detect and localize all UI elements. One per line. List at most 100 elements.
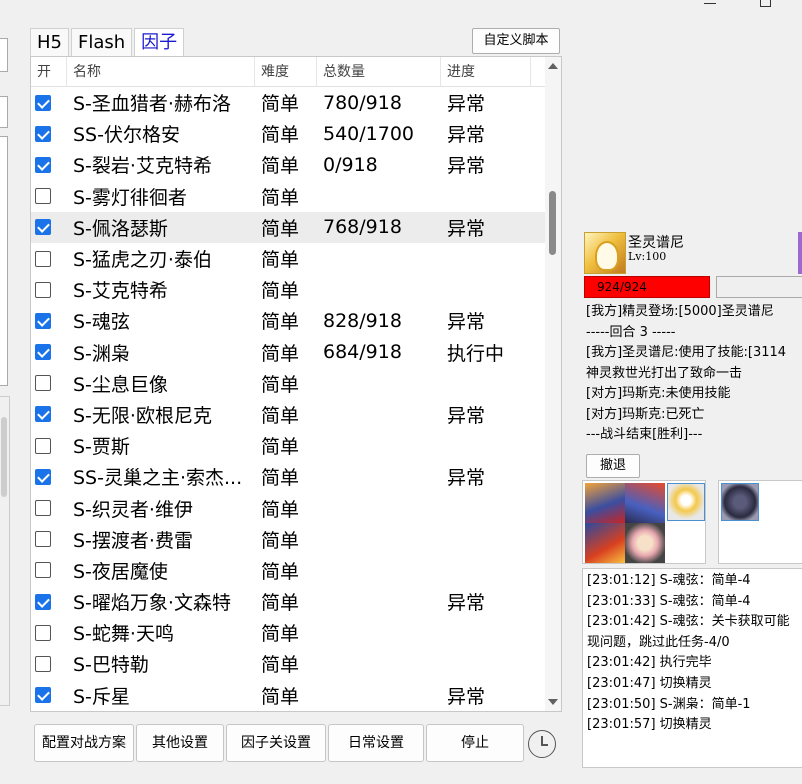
row-name: S-蛇舞·天鸣 <box>73 623 174 646</box>
team-pet-1[interactable] <box>585 483 625 523</box>
left-field-1[interactable] <box>0 38 8 72</box>
maximize-icon[interactable] <box>760 0 771 7</box>
row-difficulty: 简单 <box>261 155 300 178</box>
row-checkbox[interactable] <box>35 375 51 392</box>
row-checkbox[interactable] <box>35 281 51 298</box>
table-row[interactable]: S-尘息巨像 简单 <box>31 368 547 399</box>
task-log-line: [23:01:50] S-渊枭：简单-1 <box>587 696 751 712</box>
row-checkbox[interactable] <box>35 687 51 704</box>
task-log-line: [23:01:57] 切换精灵 <box>587 717 712 733</box>
scroll-up-icon[interactable] <box>548 63 558 69</box>
row-difficulty: 简单 <box>261 342 300 365</box>
config-battle-button[interactable]: 配置对战方案 <box>34 724 134 762</box>
row-checkbox[interactable] <box>35 655 51 672</box>
header-difficulty[interactable]: 难度 <box>255 57 317 86</box>
table-row[interactable]: S-夜居魔使 简单 <box>31 555 547 586</box>
enemy-pet-1[interactable] <box>721 483 759 521</box>
table-row[interactable]: S-贾斯 简单 <box>31 430 547 461</box>
row-checkbox-cell <box>31 624 67 641</box>
row-checkbox-cell <box>31 250 67 267</box>
pet-level: Lv:100 <box>628 250 667 263</box>
row-difficulty: 简单 <box>261 404 300 427</box>
row-checkbox-cell <box>31 281 67 298</box>
row-checkbox[interactable] <box>35 250 51 267</box>
header-enabled[interactable]: 开 <box>31 57 67 86</box>
row-checkbox[interactable] <box>35 125 51 142</box>
row-checkbox[interactable] <box>35 562 51 579</box>
task-log-line: [23:01:12] S-魂弦：简单-4 <box>587 573 751 588</box>
header-total[interactable]: 总数量 <box>317 57 441 86</box>
row-name: S-摆渡者·费雷 <box>73 529 193 552</box>
daily-settings-button[interactable]: 日常设置 <box>328 724 424 762</box>
left-list[interactable] <box>0 136 8 386</box>
row-checkbox[interactable] <box>35 406 51 423</box>
team-pet-2[interactable] <box>625 483 665 523</box>
left-scrollbar[interactable] <box>0 396 10 706</box>
table-row[interactable]: S-织灵者·维伊 简单 <box>31 492 547 523</box>
header-progress[interactable]: 进度 <box>441 57 531 86</box>
row-checkbox[interactable] <box>35 94 51 111</box>
team-pet-3-active[interactable] <box>667 483 705 521</box>
table-row[interactable]: S-雾灯徘徊者 简单 <box>31 181 547 212</box>
table-row[interactable]: S-裂岩·艾克特希 简单 0/918 异常 <box>31 149 547 180</box>
row-checkbox[interactable] <box>35 531 51 548</box>
table-row[interactable]: S-佩洛瑟斯 简单 768/918 异常 <box>31 211 547 243</box>
factor-level-settings-button[interactable]: 因子关设置 <box>226 724 326 762</box>
table-row[interactable]: S-魂弦 简单 828/918 异常 <box>31 305 547 336</box>
header-name[interactable]: 名称 <box>67 57 255 86</box>
row-progress: 异常 <box>447 404 486 427</box>
row-checkbox[interactable] <box>35 156 51 173</box>
team-pet-5[interactable] <box>625 523 665 563</box>
left-scroll-thumb[interactable] <box>1 417 7 497</box>
row-checkbox-cell <box>31 406 67 423</box>
row-name: S-巴特勒 <box>73 654 149 677</box>
retreat-button[interactable]: 撤退 <box>586 454 640 478</box>
custom-script-button[interactable]: 自定义脚本 <box>472 28 560 54</box>
row-difficulty: 简单 <box>261 124 300 147</box>
tab-0[interactable]: H5 <box>30 28 69 56</box>
table-row[interactable]: S-渊枭 简单 684/918 执行中 <box>31 337 547 368</box>
row-checkbox[interactable] <box>35 500 51 517</box>
stop-button[interactable]: 停止 <box>426 724 524 762</box>
tab-2[interactable]: 因子 <box>134 28 185 56</box>
team-pet-4[interactable] <box>585 523 625 563</box>
table-row[interactable]: S-圣血猎者·赫布洛 简单 780/918 异常 <box>31 87 547 118</box>
table-row[interactable]: SS-伏尔格安 简单 540/1700 异常 <box>31 118 547 149</box>
row-checkbox-cell <box>31 188 67 205</box>
table-row[interactable]: S-艾克特希 简单 <box>31 274 547 305</box>
clock-icon[interactable] <box>528 730 556 758</box>
left-field-2[interactable] <box>0 96 8 128</box>
scroll-down-icon[interactable] <box>548 699 558 705</box>
row-checkbox[interactable] <box>35 593 51 610</box>
tab-1[interactable]: Flash <box>71 28 133 56</box>
task-log-line: [23:01:47] 切换精灵 <box>587 675 712 691</box>
table-scrollbar[interactable] <box>545 57 561 711</box>
row-checkbox[interactable] <box>35 312 51 329</box>
row-name: S-尘息巨像 <box>73 373 168 396</box>
table-row[interactable]: S-摆渡者·费雷 简单 <box>31 524 547 555</box>
table-row[interactable]: S-无限·欧根尼克 简单 异常 <box>31 399 547 430</box>
row-checkbox-cell <box>31 94 67 111</box>
scroll-thumb[interactable] <box>549 191 556 255</box>
table-row[interactable]: S-曜焰万象·文森特 简单 异常 <box>31 586 547 617</box>
row-checkbox[interactable] <box>35 437 51 454</box>
row-checkbox[interactable] <box>35 188 51 205</box>
row-name: S-佩洛瑟斯 <box>73 217 168 240</box>
row-checkbox[interactable] <box>35 344 51 361</box>
minimize-icon[interactable] <box>704 0 716 4</box>
row-checkbox[interactable] <box>35 219 51 236</box>
battle-log: [我方]精灵登场:[5000]圣灵谱尼 -----回合 3 ----- [我方]圣灵… <box>586 302 802 446</box>
table-row[interactable]: S-蛇舞·天鸣 简单 <box>31 617 547 648</box>
row-progress: 异常 <box>447 124 486 147</box>
table-row[interactable]: S-斥星 简单 异常 <box>31 680 547 711</box>
table-row[interactable]: S-巴特勒 简单 <box>31 648 547 679</box>
row-checkbox[interactable] <box>35 468 51 485</box>
row-difficulty: 简单 <box>261 311 300 334</box>
row-name: S-织灵者·维伊 <box>73 498 193 521</box>
row-progress: 异常 <box>447 217 486 240</box>
other-settings-button[interactable]: 其他设置 <box>136 724 224 762</box>
row-checkbox[interactable] <box>35 624 51 641</box>
table-row[interactable]: S-猛虎之刃·泰伯 简单 <box>31 243 547 274</box>
table-row[interactable]: SS-灵巢之主·索杰... 简单 异常 <box>31 461 547 492</box>
team-pets <box>582 480 706 564</box>
